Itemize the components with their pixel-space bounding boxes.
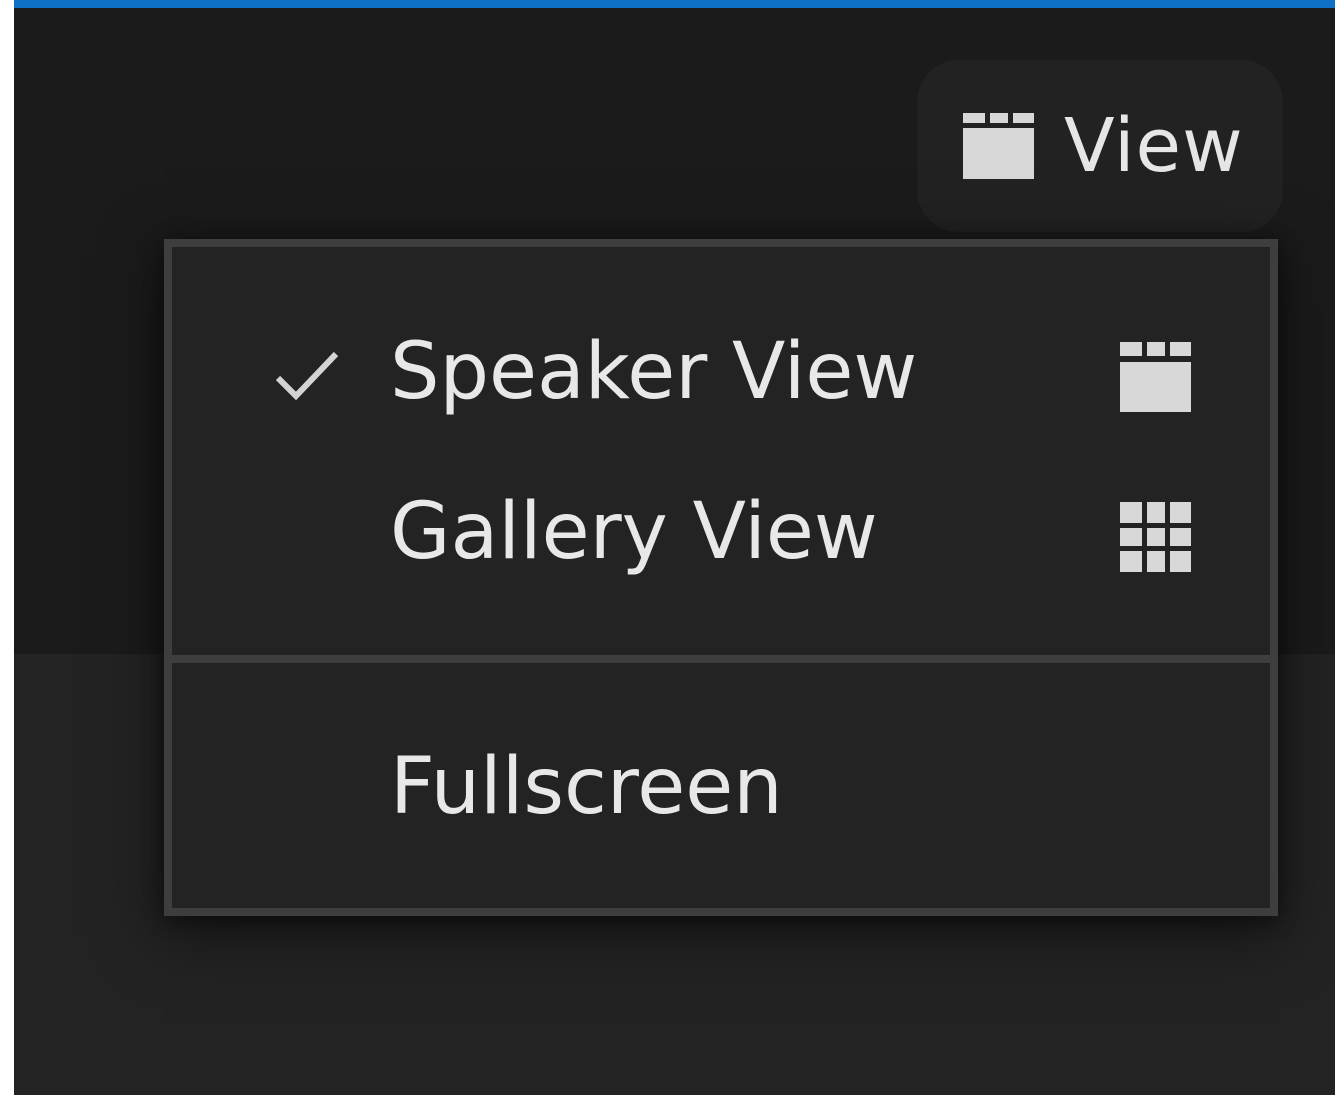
speaker-view-icon: [1120, 342, 1191, 412]
menu-item-label: Gallery View: [390, 487, 878, 577]
view-menu: Speaker View Gallery View Fullscreen: [164, 239, 1278, 916]
menu-separator: [172, 655, 1270, 663]
menu-item-label: Speaker View: [390, 327, 918, 417]
menu-item-gallery-view[interactable]: Gallery View: [172, 462, 1270, 612]
view-button-label: View: [1064, 103, 1244, 189]
menu-item-fullscreen[interactable]: Fullscreen: [172, 717, 1270, 867]
menu-item-label: Fullscreen: [390, 742, 783, 832]
view-button[interactable]: View: [917, 60, 1283, 232]
gallery-view-icon: [1120, 502, 1191, 572]
window-accent-bar: [14, 0, 1335, 8]
menu-item-speaker-view[interactable]: Speaker View: [172, 302, 1270, 452]
checkmark-icon: [275, 351, 339, 401]
meeting-window: View Speaker View Gallery View Fullscree…: [14, 0, 1335, 1095]
speaker-view-icon: [963, 113, 1034, 179]
